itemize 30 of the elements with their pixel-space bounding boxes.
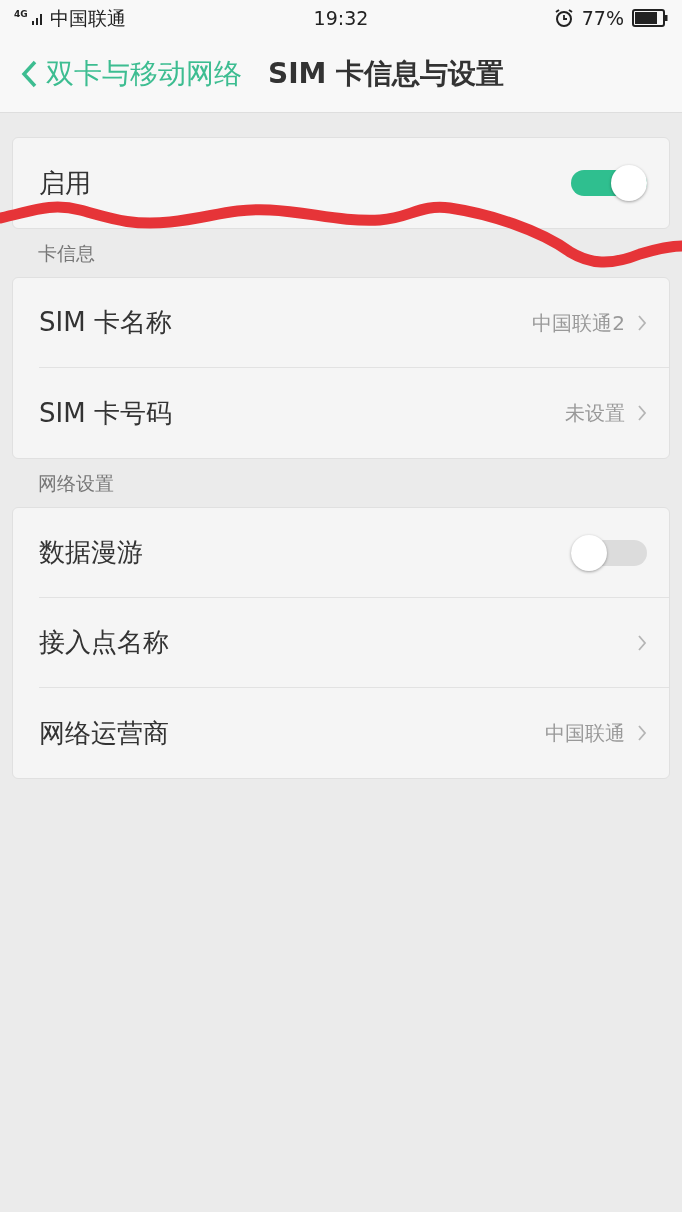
section-header: 卡信息 — [38, 240, 95, 266]
settings-row[interactable]: SIM 卡号码 未设置 — [39, 368, 669, 458]
row-value: 中国联通 — [545, 720, 625, 747]
page-title: SIM 卡信息与设置 — [268, 56, 505, 92]
row-value: 中国联通2 — [532, 309, 625, 337]
settings-row[interactable]: SIM 卡名称 中国联通2 — [39, 278, 669, 368]
chevron-right-icon — [637, 724, 647, 742]
row-label: 数据漫游 — [39, 536, 143, 569]
alarm-icon — [553, 8, 574, 28]
battery-icon — [632, 9, 668, 27]
row-value: 未设置 — [565, 400, 625, 427]
row-label: 启用 — [39, 166, 91, 200]
settings-row[interactable]: 数据漫游 — [39, 508, 669, 598]
battery-percent: 77% — [581, 5, 624, 31]
carrier-name: 中国联通 — [49, 5, 126, 31]
section-header: 网络设置 — [38, 470, 114, 496]
row-label: 网络运营商 — [39, 716, 169, 750]
network-type: 4G — [14, 7, 28, 21]
toggle-switch[interactable] — [571, 534, 647, 571]
clock: 19:32 — [313, 5, 369, 31]
row-label: SIM 卡名称 — [39, 306, 172, 339]
toggle-switch[interactable] — [571, 165, 647, 201]
chevron-right-icon — [637, 633, 647, 652]
settings-row[interactable]: 网络运营商 中国联通 — [39, 688, 669, 778]
row-label: 接入点名称 — [39, 626, 169, 659]
chevron-right-icon — [637, 313, 647, 332]
row-label: SIM 卡号码 — [39, 396, 172, 430]
settings-row[interactable]: 接入点名称 — [39, 598, 669, 688]
settings-row[interactable]: 启用 — [39, 138, 669, 228]
chevron-right-icon — [637, 404, 647, 422]
